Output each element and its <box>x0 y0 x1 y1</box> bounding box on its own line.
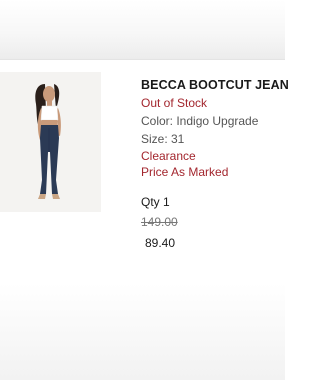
header-divider <box>0 59 285 60</box>
header-area <box>0 0 285 60</box>
footer-area <box>0 283 285 380</box>
original-price: 149.00 <box>141 215 178 229</box>
cart-item-screen: BECCA BOOTCUT JEAN Out of Stock Color: I… <box>0 0 289 380</box>
product-size: Size: 31 <box>141 132 185 146</box>
product-details: BECCA BOOTCUT JEAN Out of Stock Color: I… <box>141 77 289 251</box>
stock-status: Out of Stock <box>141 96 208 110</box>
sale-price: 89.40 <box>145 236 176 250</box>
quantity-label: Qty 1 <box>141 195 170 209</box>
product-color: Color: Indigo Upgrade <box>141 114 259 128</box>
clearance-label: Clearance <box>141 149 196 163</box>
product-name[interactable]: BECCA BOOTCUT JEAN <box>141 77 289 93</box>
product-image[interactable] <box>0 72 101 212</box>
model-in-jeans-image <box>0 72 101 212</box>
price-note: Price As Marked <box>141 165 229 179</box>
